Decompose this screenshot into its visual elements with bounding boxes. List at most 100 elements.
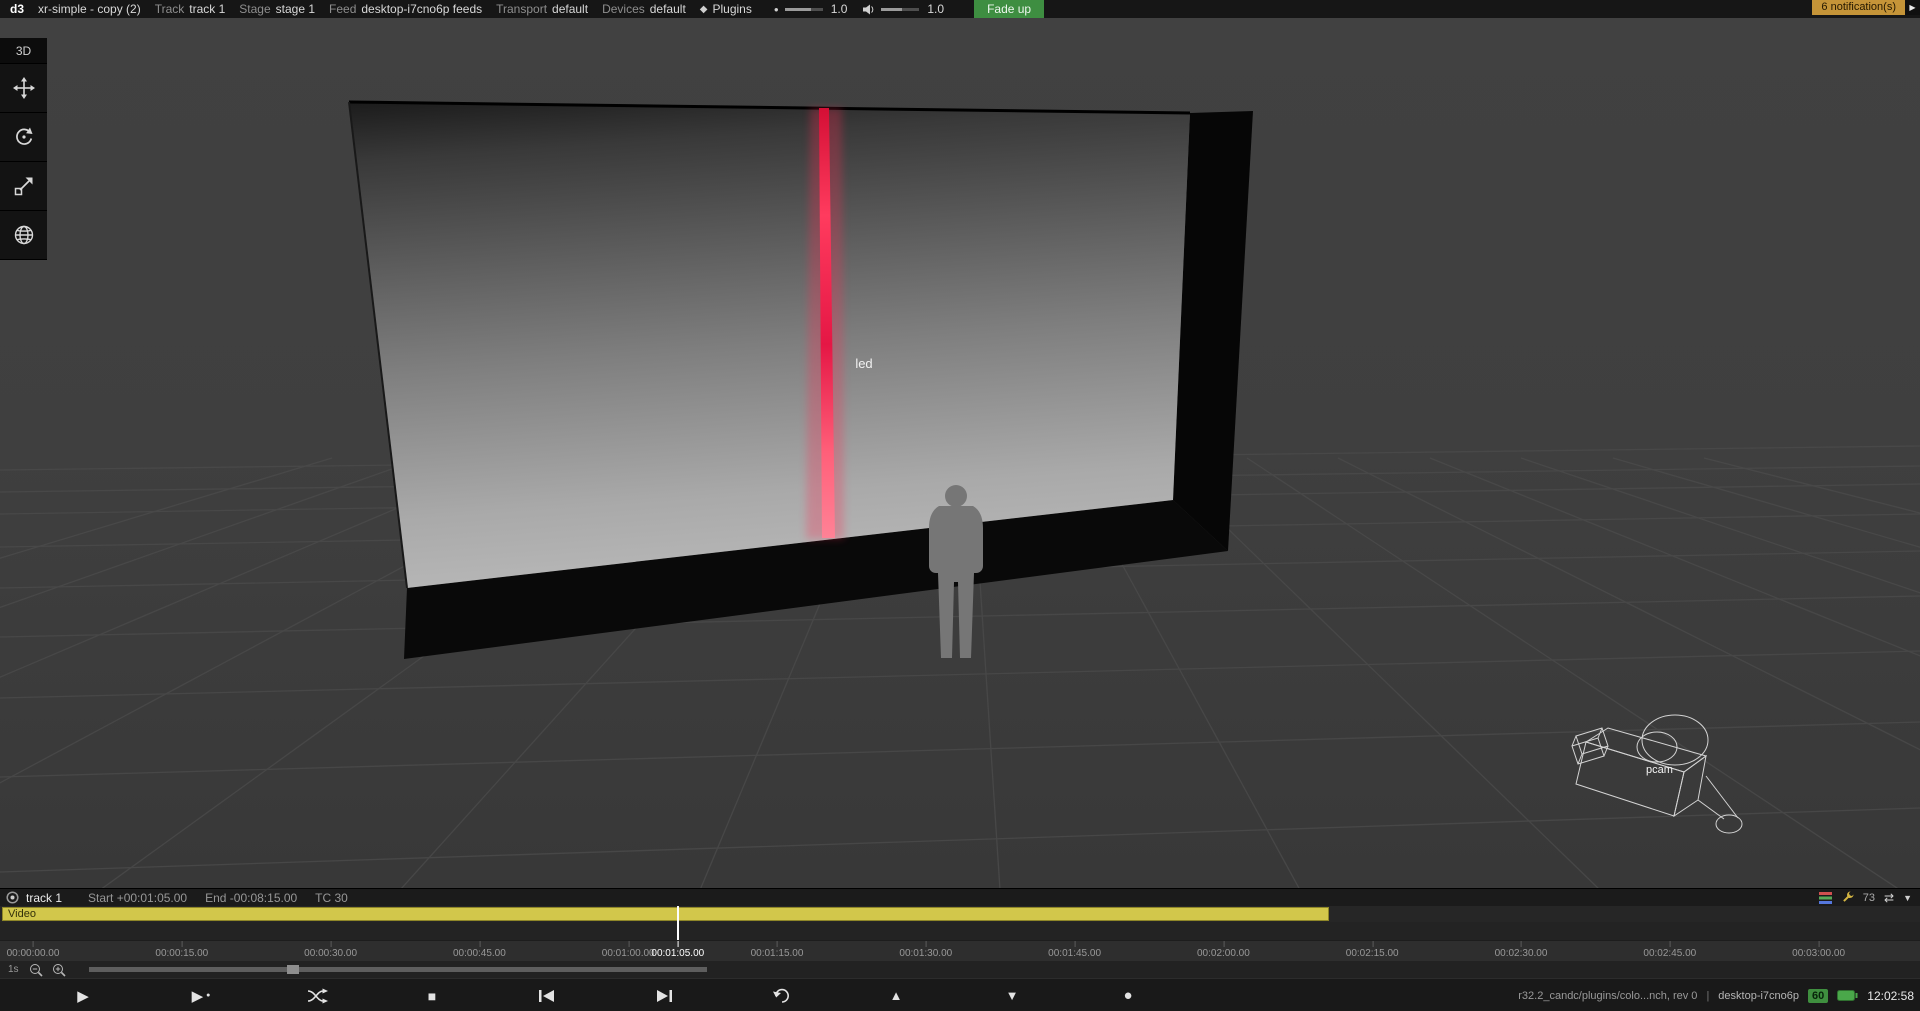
- ruler-tick: 00:03:00.00: [1792, 948, 1845, 959]
- track-end-time[interactable]: End -00:08:15.00: [205, 891, 297, 905]
- track-bar-right-controls: 73 ⇄ ▼: [1819, 891, 1912, 905]
- rotate-tool-button[interactable]: [0, 113, 47, 162]
- move-tool-button[interactable]: [0, 64, 47, 113]
- build-version[interactable]: r32.2_candc/plugins/colo...nch, rev 0: [1518, 990, 1697, 1002]
- playhead[interactable]: [677, 906, 679, 940]
- record-button[interactable]: ●: [1106, 979, 1150, 1011]
- ruler-tick: 00:01:15.00: [751, 948, 804, 959]
- ruler-tick: 00:01:30.00: [899, 948, 952, 959]
- section-up-button[interactable]: ▲: [874, 979, 918, 1011]
- volume-slider[interactable]: [881, 8, 919, 11]
- ruler-tick: 00:02:15.00: [1346, 948, 1399, 959]
- ruler-tick: 00:02:45.00: [1643, 948, 1696, 959]
- scale-tool-button[interactable]: [0, 162, 47, 211]
- track-info-bar: track 1 Start +00:01:05.00 End -00:08:15…: [0, 888, 1920, 906]
- feed-menu-value[interactable]: desktop-i7cno6p feeds: [361, 2, 482, 16]
- timeline-empty-area[interactable]: [0, 922, 1920, 940]
- track-dropdown-caret-icon[interactable]: ▼: [1903, 893, 1912, 903]
- stop-button[interactable]: ■: [410, 979, 454, 1011]
- led-screen-label: led: [855, 356, 872, 371]
- transport-menu-value[interactable]: default: [552, 2, 588, 16]
- move-icon: [12, 76, 36, 100]
- return-to-start-button[interactable]: [760, 979, 804, 1011]
- ruler-tick: 00:00:00.00: [7, 948, 60, 959]
- system-clock: 12:02:58: [1867, 989, 1914, 1003]
- volume-value: 1.0: [927, 2, 944, 16]
- ruler-tick: 00:02:00.00: [1197, 948, 1250, 959]
- track-counter: 73: [1863, 892, 1875, 904]
- zoom-scale-label: 1s: [8, 964, 19, 975]
- d3-application-window: d3 xr-simple - copy (2) Track track 1 St…: [0, 0, 1920, 1011]
- stop-icon: ■: [428, 988, 436, 1004]
- play-button[interactable]: ▶: [61, 979, 105, 1011]
- up-triangle-icon: ▲: [890, 988, 903, 1003]
- track-menu-label[interactable]: Track: [155, 2, 185, 16]
- d3-logo-menu[interactable]: d3: [10, 2, 24, 16]
- volume-icon: [863, 4, 875, 15]
- section-down-button[interactable]: ▼: [990, 979, 1034, 1011]
- next-section-button[interactable]: [642, 979, 686, 1011]
- stage-3d-viewport[interactable]: led pcam: [0, 18, 1920, 888]
- view-mode-label[interactable]: 3D: [0, 38, 47, 64]
- track-status-icon[interactable]: [6, 891, 19, 904]
- status-line: r32.2_candc/plugins/colo...nch, rev 0 | …: [1518, 979, 1914, 1011]
- timeline-zoom-row: 1s: [0, 961, 1920, 978]
- notifications-expand-icon[interactable]: ▶: [1905, 0, 1920, 15]
- track-menu-value[interactable]: track 1: [189, 2, 225, 16]
- rotate-icon: [12, 125, 36, 149]
- ruler-current-time: 00:01:05.00: [651, 948, 704, 959]
- project-name-menu[interactable]: xr-simple - copy (2): [38, 2, 141, 16]
- devices-menu-label[interactable]: Devices: [602, 2, 645, 16]
- devices-menu-value[interactable]: default: [650, 2, 686, 16]
- wrench-icon[interactable]: [1841, 891, 1854, 904]
- timeline-scrollbar[interactable]: [89, 967, 707, 972]
- track-start-time[interactable]: Start +00:01:05.00: [88, 891, 187, 905]
- ruler-tick: 00:00:45.00: [453, 948, 506, 959]
- ruler-tick: 00:01:00.00: [602, 948, 655, 959]
- plugins-menu[interactable]: Plugins: [712, 2, 751, 16]
- previous-section-icon: [538, 988, 556, 1004]
- fade-up-button[interactable]: Fade up: [974, 0, 1044, 18]
- record-icon: ●: [1123, 987, 1132, 1004]
- notifications-badge[interactable]: 6 notification(s): [1812, 0, 1905, 15]
- crossfade-icon: [307, 988, 328, 1004]
- zoom-out-button[interactable]: [29, 963, 43, 977]
- down-triangle-icon: ▼: [1006, 988, 1019, 1003]
- notification-area: 6 notification(s) ▶: [1812, 0, 1920, 15]
- battery-icon: [1837, 990, 1858, 1001]
- previous-section-button[interactable]: [525, 979, 569, 1011]
- swap-arrows-icon[interactable]: ⇄: [1884, 891, 1894, 905]
- track-timecode-format[interactable]: TC 30: [315, 891, 348, 905]
- next-section-icon: [655, 988, 673, 1004]
- zoom-in-button[interactable]: [52, 963, 66, 977]
- fps-badge[interactable]: 60: [1808, 989, 1828, 1003]
- dot-icon: ●: [206, 992, 210, 999]
- viewport-toolbar: 3D: [0, 38, 47, 260]
- stage-menu-label[interactable]: Stage: [239, 2, 270, 16]
- globe-icon: [12, 223, 36, 247]
- status-separator: |: [1706, 990, 1709, 1002]
- transport-menu-label[interactable]: Transport: [496, 2, 547, 16]
- camera-label: pcam: [1646, 764, 1673, 776]
- play-icon: ▶: [77, 987, 89, 1005]
- return-icon: [773, 987, 791, 1004]
- timeline-ruler[interactable]: 00:00:00.0000:00:15.0000:00:30.0000:00:4…: [0, 940, 1920, 961]
- scale-icon: [12, 174, 36, 198]
- play-to-next-button[interactable]: ▶●: [179, 979, 223, 1011]
- feed-menu-label[interactable]: Feed: [329, 2, 356, 16]
- play-icon: ▶: [192, 987, 204, 1005]
- brightness-slider[interactable]: [785, 8, 823, 11]
- ruler-tick: 00:00:30.00: [304, 948, 357, 959]
- globe-nav-button[interactable]: [0, 211, 47, 260]
- layer-lane: Video: [0, 906, 1920, 922]
- track-name[interactable]: track 1: [26, 891, 62, 905]
- brightness-value: 1.0: [831, 2, 848, 16]
- brightness-icon: ●: [774, 5, 779, 14]
- machine-name[interactable]: desktop-i7cno6p: [1718, 990, 1799, 1002]
- crossfade-button[interactable]: [295, 979, 339, 1011]
- timeline-scrollbar-thumb[interactable]: [287, 965, 299, 974]
- ruler-tick: 00:02:30.00: [1495, 948, 1548, 959]
- stage-menu-value[interactable]: stage 1: [276, 2, 315, 16]
- video-layer-block[interactable]: Video: [2, 907, 1329, 921]
- layer-colors-icon[interactable]: [1819, 892, 1832, 904]
